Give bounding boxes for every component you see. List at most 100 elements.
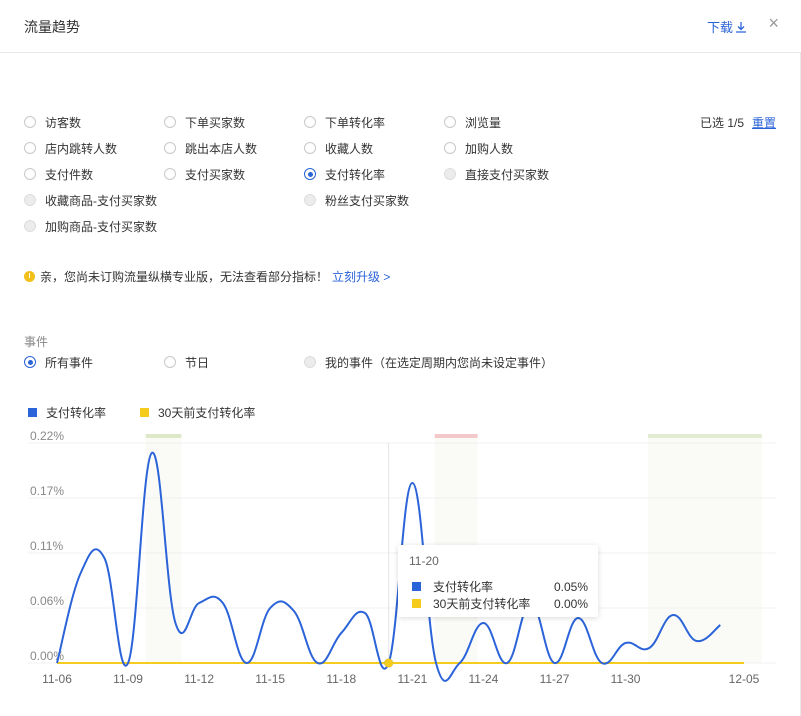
radio-disabled-icon (444, 168, 456, 180)
event-band-marker (145, 434, 182, 438)
metric-label: 下单买家数 (185, 115, 246, 130)
y-tick-label: 0.06% (30, 594, 64, 608)
radio-icon (304, 142, 316, 154)
metric-label: 店内跳转人数 (45, 141, 118, 156)
x-tick-label: 11-06 (42, 672, 72, 686)
metric-label: 加购商品-支付买家数 (45, 219, 157, 234)
radio-checked-icon (304, 168, 316, 180)
radio-icon (304, 116, 316, 128)
event-band-marker (434, 434, 478, 438)
x-tick-label: 11-18 (326, 672, 356, 686)
metric-option[interactable]: 跳出本店人数 (164, 140, 257, 156)
radio-disabled-icon (304, 356, 316, 368)
x-tick-label: 11-24 (469, 672, 499, 686)
metric-option-disabled: 加购商品-支付买家数 (24, 218, 157, 234)
download-icon (736, 22, 746, 33)
dialog-title: 流量趋势 (24, 19, 80, 35)
radio-icon (24, 168, 36, 180)
reset-link[interactable]: 重置 (752, 114, 776, 131)
metric-option-disabled: 收藏商品-支付买家数 (24, 192, 157, 208)
x-tick-label: 11-27 (540, 672, 570, 686)
radio-icon (24, 116, 36, 128)
metric-label: 跳出本店人数 (185, 141, 258, 156)
metric-option-selected[interactable]: 支付转化率 (304, 166, 385, 182)
tooltip-swatch (412, 599, 421, 608)
metric-label: 访客数 (45, 115, 82, 130)
legend-item[interactable]: 30天前支付转化率 (140, 404, 255, 421)
hover-point-30d (384, 658, 394, 668)
chart-tooltip: 11-20 支付转化率 0.05% 30天前支付转化率 0.00% (398, 545, 598, 617)
event-label: 我的事件（在选定周期内您尚未设定事件） (325, 355, 554, 370)
legend-swatch (140, 408, 149, 417)
tooltip-swatch (412, 582, 421, 591)
event-option[interactable]: 节日 (164, 354, 209, 370)
upgrade-link[interactable]: 立刻升级 > (332, 268, 390, 285)
y-tick-label: 0.17% (30, 484, 64, 498)
metric-option-disabled: 粉丝支付买家数 (304, 192, 409, 208)
radio-checked-icon (24, 356, 36, 368)
metric-label: 收藏商品-支付买家数 (45, 193, 157, 208)
event-band (647, 438, 762, 663)
radio-icon (444, 116, 456, 128)
metric-label: 支付转化率 (325, 167, 386, 182)
metric-option[interactable]: 支付买家数 (164, 166, 245, 182)
metric-label: 粉丝支付买家数 (325, 193, 410, 208)
metric-label: 直接支付买家数 (465, 167, 550, 182)
legend-item[interactable]: 支付转化率 (28, 404, 106, 421)
metric-option[interactable]: 加购人数 (444, 140, 513, 156)
metric-label: 收藏人数 (325, 141, 374, 156)
event-label: 节日 (185, 355, 210, 370)
y-tick-label: 0.22% (30, 429, 64, 443)
metric-option[interactable]: 下单转化率 (304, 114, 385, 130)
metric-label: 浏览量 (465, 115, 502, 130)
metric-label: 支付件数 (45, 167, 94, 182)
radio-icon (24, 142, 36, 154)
y-tick-label: 0.11% (30, 539, 63, 553)
radio-icon (164, 116, 176, 128)
metric-option[interactable]: 支付件数 (24, 166, 93, 182)
event-band (145, 438, 182, 663)
x-tick-label: 11-15 (255, 672, 285, 686)
metric-option[interactable]: 收藏人数 (304, 140, 373, 156)
metric-option[interactable]: 访客数 (24, 114, 81, 130)
legend-swatch (28, 408, 37, 417)
event-option-selected[interactable]: 所有事件 (24, 354, 93, 370)
radio-disabled-icon (304, 194, 316, 206)
metric-option[interactable]: 下单买家数 (164, 114, 245, 130)
tooltip-series-name: 支付转化率 (433, 580, 494, 594)
legend-label: 30天前支付转化率 (158, 406, 256, 420)
events-title: 事件 (24, 335, 49, 349)
x-tick-label: 11-30 (611, 672, 641, 686)
metric-option[interactable]: 浏览量 (444, 114, 501, 130)
x-tick-label: 11-09 (113, 672, 143, 686)
radio-disabled-icon (24, 220, 36, 232)
metric-label: 支付买家数 (185, 167, 246, 182)
tooltip-series-name: 30天前支付转化率 (433, 597, 531, 611)
series-line-conversion (56, 451, 721, 682)
radio-icon (444, 142, 456, 154)
download-label: 下载 (706, 20, 733, 35)
event-label: 所有事件 (45, 355, 94, 370)
event-band-marker (647, 434, 762, 438)
close-icon[interactable]: × (768, 14, 779, 32)
metric-label: 下单转化率 (325, 115, 386, 130)
legend-label: 支付转化率 (46, 406, 107, 420)
metric-option[interactable]: 店内跳转人数 (24, 140, 117, 156)
radio-icon (164, 142, 176, 154)
metric-option-disabled: 直接支付买家数 (444, 166, 549, 182)
radio-disabled-icon (24, 194, 36, 206)
tooltip-value: 0.05% (553, 579, 588, 594)
download-button[interactable]: 下载 (706, 17, 746, 36)
x-tick-label: 12-05 (729, 672, 760, 686)
selected-count: 已选 1/5 (700, 116, 745, 130)
x-tick-label: 11-12 (184, 672, 214, 686)
y-tick-label: 0.00% (30, 649, 64, 663)
dialog-header: 流量趋势 下载 × (0, 0, 801, 53)
x-tick-label: 11-21 (397, 672, 427, 686)
event-option-disabled: 我的事件（在选定周期内您尚未设定事件） (304, 354, 553, 370)
warning-icon (24, 271, 35, 282)
upgrade-notice: 亲，您尚未订购流量纵横专业版，无法查看部分指标！ 立刻升级 > (24, 268, 390, 285)
tooltip-date: 11-20 (409, 554, 439, 568)
tooltip-row: 支付转化率 0.05% (412, 578, 588, 595)
tooltip-row: 30天前支付转化率 0.00% (412, 595, 588, 612)
